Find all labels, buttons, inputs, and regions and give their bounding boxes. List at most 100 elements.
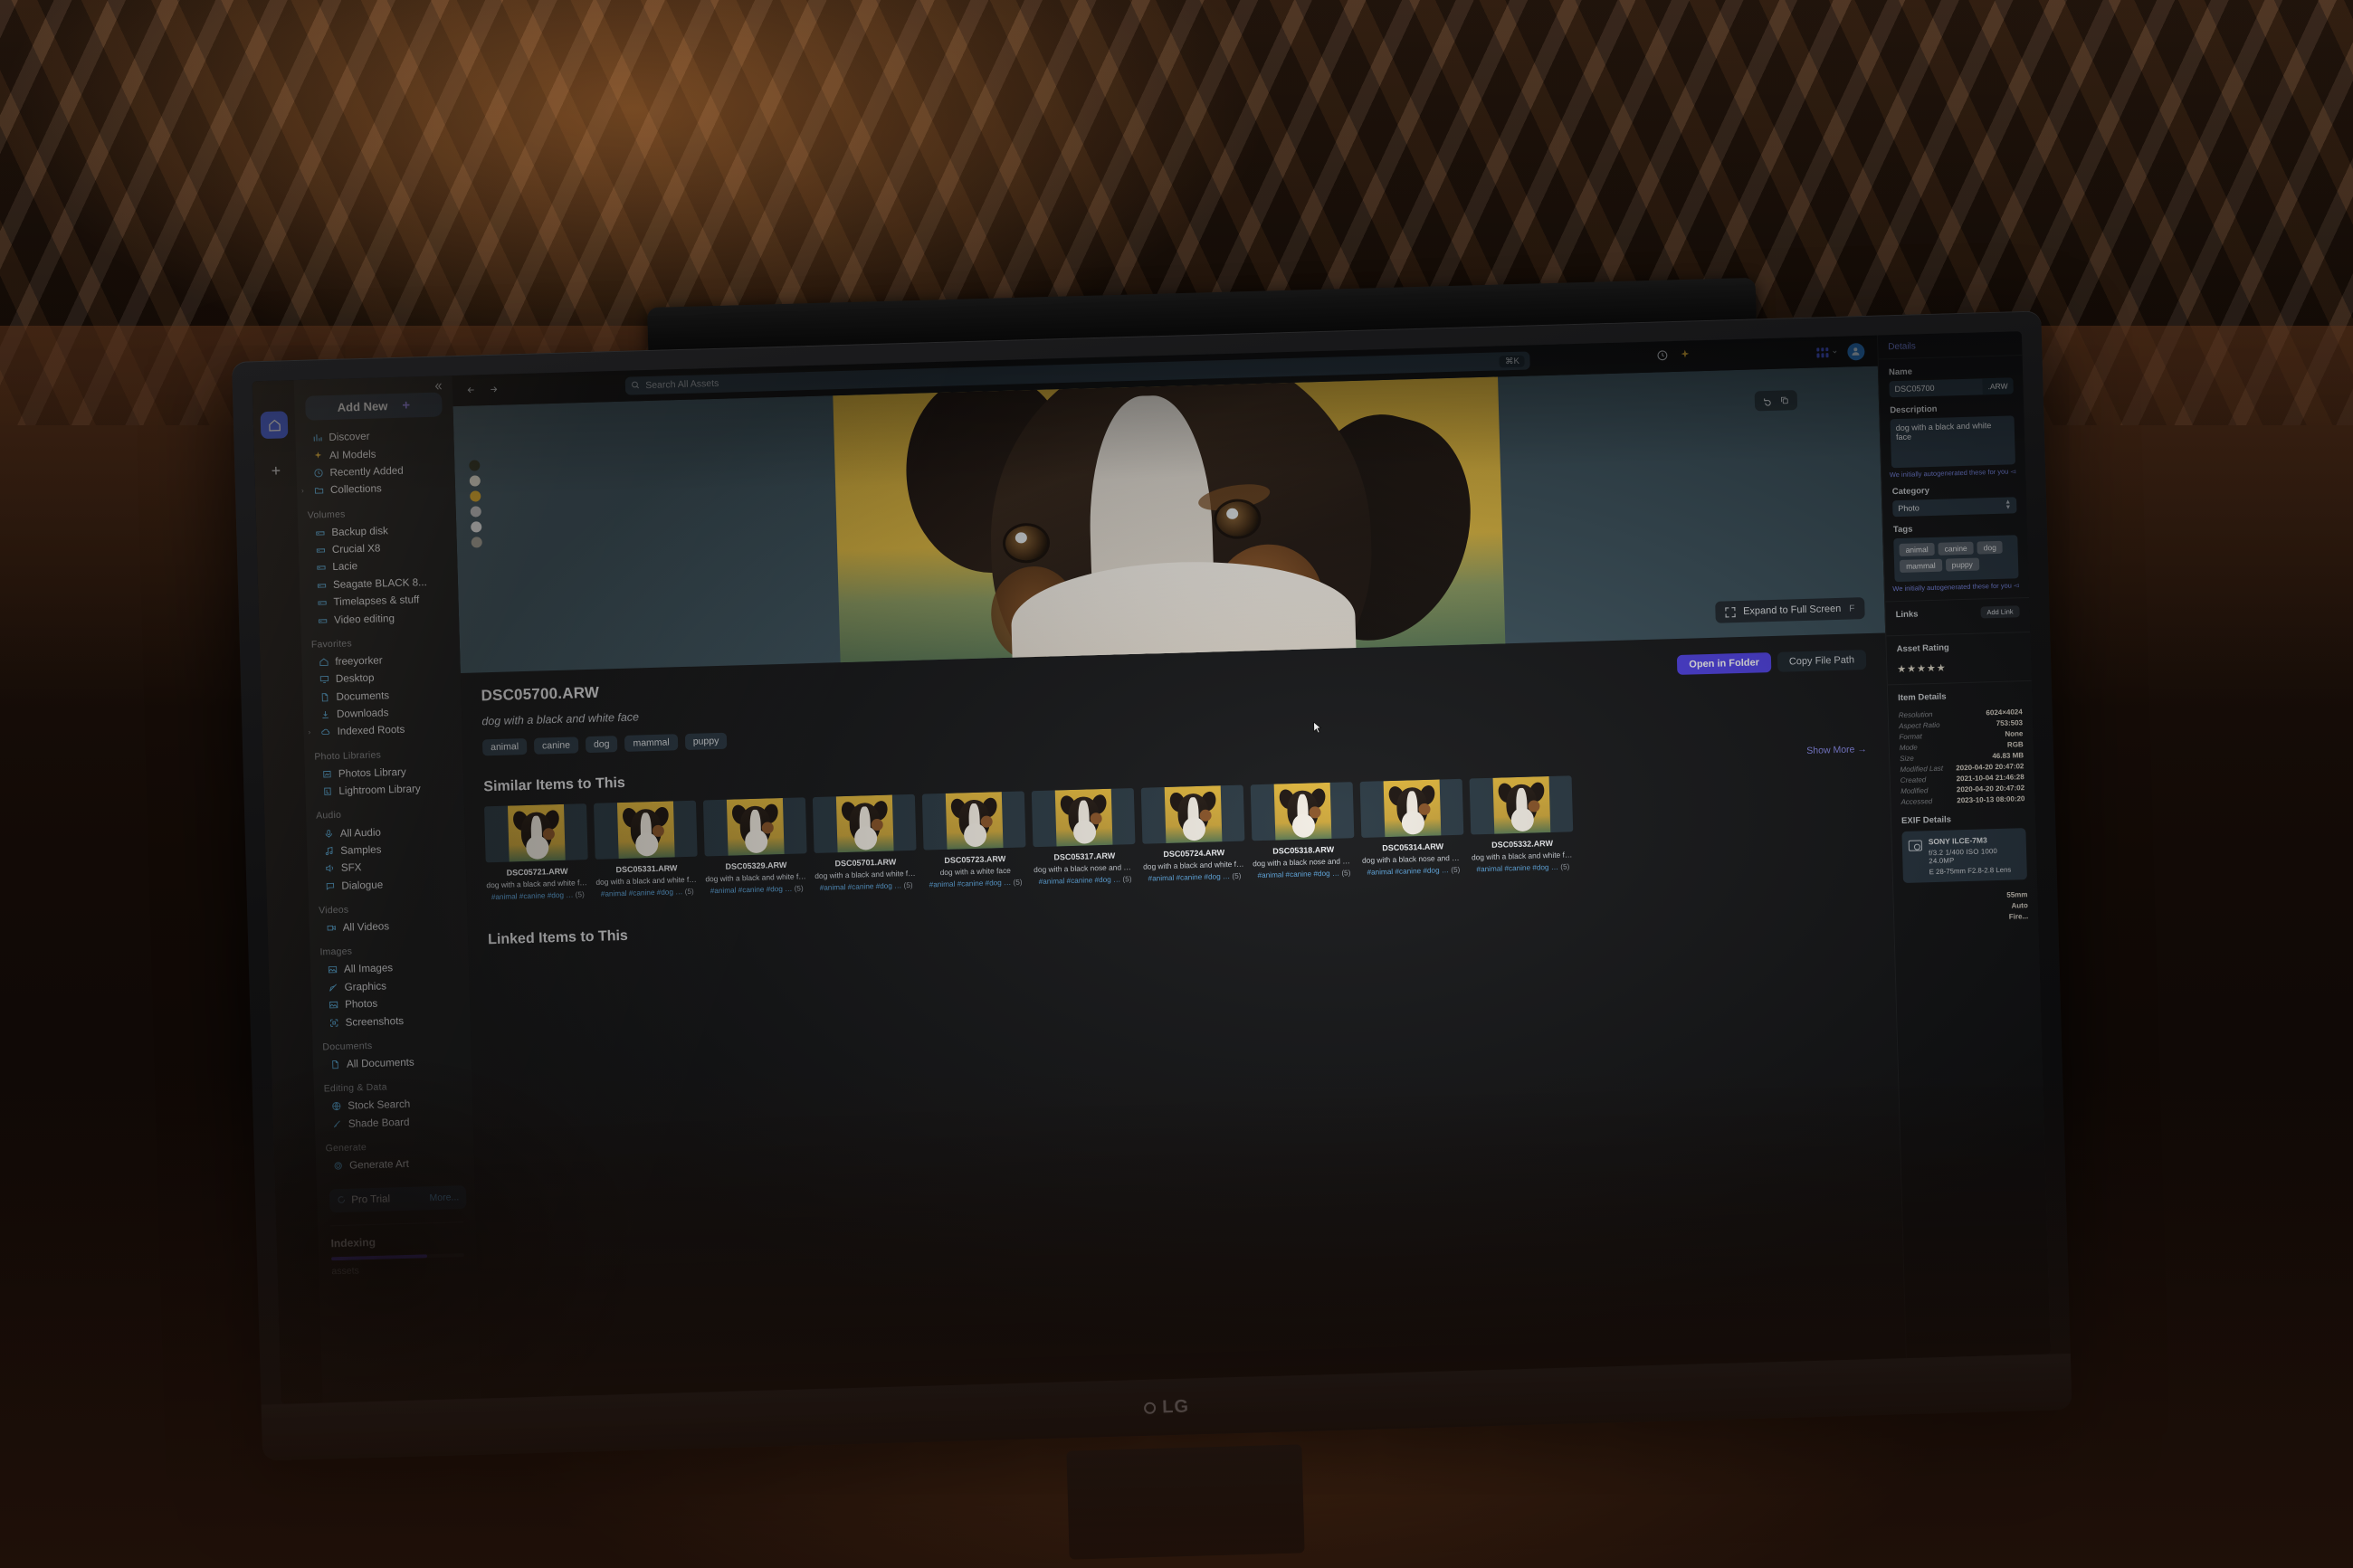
similar-item-card[interactable]: DSC05317.ARWdog with a black nose and wh… (1032, 788, 1137, 886)
name-input[interactable]: DSC05700 .ARW (1889, 377, 2013, 397)
add-new-button[interactable]: Add New + (305, 392, 443, 420)
details-tag[interactable]: puppy (1946, 558, 1980, 572)
image-icon (328, 1000, 338, 1011)
download-icon (319, 709, 329, 719)
links-row: Links Add Link (1885, 598, 2030, 621)
sidebar-collapse-button[interactable] (432, 379, 444, 394)
similar-item-card[interactable]: DSC05318.ARWdog with a black nose and wh… (1251, 782, 1356, 879)
chevron-double-left-icon (432, 381, 444, 391)
undo-icon[interactable]: ◅ (2010, 467, 2015, 475)
details-tag[interactable]: canine (1938, 542, 1973, 556)
sidebar-label: Recently Added (329, 465, 404, 479)
arrow-left-icon (465, 385, 477, 394)
similar-item-card[interactable]: DSC05721.ARWdog with a black and white f… (484, 803, 589, 901)
description-textarea[interactable]: dog with a black and white face (1891, 415, 2015, 468)
similar-item-thumbnail[interactable] (1032, 788, 1136, 847)
exif-camera: SONY ILCE-7M3 (1929, 834, 2020, 846)
asset-tag[interactable]: mammal (624, 734, 678, 752)
color-swatch[interactable] (470, 475, 481, 486)
asset-tag[interactable]: animal (482, 738, 527, 755)
document-icon (319, 692, 329, 702)
history-button[interactable] (1656, 349, 1668, 364)
rail-home-button[interactable] (261, 411, 289, 439)
rotate-left-icon[interactable] (1763, 395, 1773, 405)
color-swatch[interactable] (471, 506, 481, 517)
similar-item-thumbnail[interactable] (1141, 785, 1245, 844)
name-label: Name (1889, 364, 2013, 377)
tags-editor[interactable]: animal canine dog mammal puppy (1893, 535, 2018, 582)
asset-tag[interactable]: dog (586, 736, 618, 753)
autogen-note-text: We initially autogenerated these for you (1892, 581, 2012, 593)
similar-item-card[interactable]: DSC05329.ARWdog with a black and white f… (703, 797, 808, 895)
similar-item-thumbnail[interactable] (813, 794, 917, 853)
exif-extra-value: 55mm (2006, 890, 2027, 899)
color-swatch[interactable] (472, 537, 482, 547)
ai-button[interactable] (1679, 348, 1691, 363)
similar-item-thumbnail[interactable] (484, 803, 588, 862)
details-tag[interactable]: animal (1899, 543, 1934, 556)
exif-lens: E 28-75mm F2.8-2.8 Lens (1929, 865, 2021, 876)
similar-item-card[interactable]: DSC05701.ARWdog with a black and white f… (813, 794, 918, 892)
dog-thumbnail-image (1054, 789, 1112, 847)
color-swatch[interactable] (469, 460, 480, 470)
search-icon (631, 380, 640, 392)
back-button[interactable] (465, 383, 477, 397)
drive-icon (317, 597, 327, 607)
similar-item-name: DSC05701.ARW (814, 857, 917, 869)
chevron-down-icon (1831, 349, 1838, 355)
search-input[interactable]: Search All Assets (645, 378, 719, 391)
dog-thumbnail-image (1164, 785, 1222, 843)
forward-button[interactable] (488, 383, 500, 397)
vector-pen-icon (327, 982, 338, 993)
exif-group: EXIF Details (1891, 803, 2036, 826)
sidebar-item-label: Documents (336, 689, 389, 703)
similar-item-card[interactable]: DSC05331.ARWdog with a black and white f… (594, 801, 699, 898)
similar-item-thumbnail[interactable] (1251, 782, 1355, 841)
similar-item-name: DSC05332.ARW (1472, 838, 1574, 850)
rating-stars[interactable]: ★★★★★ (1887, 656, 2031, 675)
sidebar-item-label: Timelapses & stuff (333, 594, 419, 608)
asset-tag[interactable]: puppy (685, 733, 728, 750)
video-camera-icon (326, 923, 336, 933)
similar-item-thumbnail[interactable] (1470, 775, 1574, 834)
camera-icon (1909, 840, 1922, 851)
sidebar-label: AI Models (329, 448, 376, 461)
expand-fullscreen-button[interactable]: Expand to Full Screen F (1715, 597, 1865, 623)
category-value: Photo (1898, 503, 1920, 513)
similar-item-card[interactable]: DSC05314.ARWdog with a black nose and wh… (1360, 779, 1465, 877)
similar-item-thumbnail[interactable] (1360, 779, 1464, 838)
asset-tag[interactable]: canine (534, 736, 578, 754)
similar-item-tag-count: (5) (903, 880, 912, 889)
dog-thumbnail-image (726, 798, 784, 856)
view-mode-button[interactable] (1816, 347, 1838, 357)
details-tag[interactable]: mammal (1900, 559, 1942, 573)
drive-icon (316, 580, 326, 590)
similar-item-card[interactable]: DSC05332.ARWdog with a black and white f… (1470, 775, 1575, 873)
similar-item-card[interactable]: DSC05723.ARWdog with a white face#animal… (922, 791, 1027, 889)
detail-value: 6024×4024 (1986, 708, 2023, 717)
preview-quick-actions[interactable] (1755, 390, 1798, 411)
copy-file-path-button[interactable]: Copy File Path (1777, 650, 1867, 672)
similar-item-card[interactable]: DSC05724.ARWdog with a black and white f… (1141, 785, 1246, 883)
color-swatch[interactable] (470, 490, 481, 501)
similar-item-thumbnail[interactable] (922, 791, 1026, 850)
open-in-folder-button[interactable]: Open in Folder (1677, 652, 1771, 675)
user-avatar-button[interactable] (1847, 342, 1865, 360)
undo-icon[interactable]: ◅ (2014, 581, 2019, 589)
music-note-icon (324, 846, 334, 856)
rail-add-button[interactable] (262, 456, 290, 484)
sidebar-label: Collections (330, 483, 382, 497)
asset-preview-image[interactable] (833, 376, 1505, 662)
copy-icon[interactable] (1780, 395, 1789, 404)
add-link-button[interactable]: Add Link (1980, 605, 2020, 618)
similar-item-thumbnail[interactable] (703, 797, 807, 856)
drive-icon (317, 615, 327, 625)
desk-glow (0, 1061, 2353, 1568)
detail-key: Resolution (1899, 710, 1933, 719)
details-tag[interactable]: dog (1977, 541, 2003, 555)
color-palette-swatches[interactable] (469, 460, 482, 547)
similar-item-thumbnail[interactable] (594, 801, 698, 860)
color-swatch[interactable] (471, 521, 481, 532)
add-new-label: Add New (338, 399, 388, 414)
show-more-link[interactable]: Show More → (1806, 744, 1867, 756)
